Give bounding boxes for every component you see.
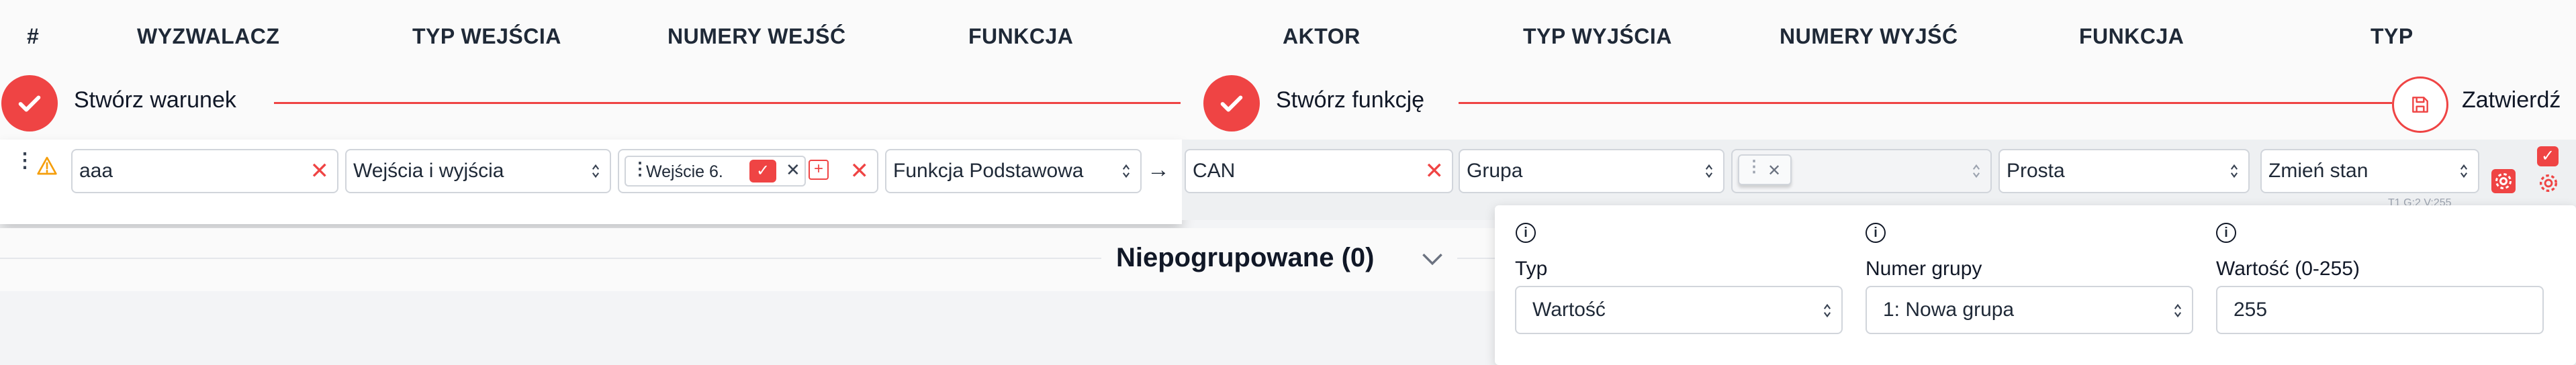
step-connector	[274, 102, 1181, 104]
output-function-value: Prosta	[2007, 160, 2065, 182]
select-caret-icon	[2174, 303, 2182, 318]
function-step-check-icon[interactable]	[1203, 75, 1260, 132]
chip-drag-icon[interactable]: ⋮	[1746, 157, 1762, 176]
step-connector	[1459, 102, 2392, 104]
value-label: Wartość (0-255)	[2216, 258, 2360, 280]
arrow-right-icon: →	[1147, 157, 1170, 182]
trigger-input[interactable]: aaa ✕	[71, 149, 338, 193]
input-type-select[interactable]: Wejścia i wyjścia	[345, 149, 611, 193]
chip-remove-icon[interactable]: ✕	[786, 160, 800, 180]
function-step-label[interactable]: Stwórz funkcję	[1276, 87, 1424, 113]
col-output-type: TYP WYJŚCIA	[1523, 24, 1672, 48]
table-header: # WYZWALACZ TYP WEJŚCIA NUMERY WEJŚĆ FUN…	[0, 0, 2576, 71]
chip-remove-icon[interactable]: ✕	[1767, 161, 1781, 180]
col-function: FUNKCJA	[968, 24, 1074, 48]
select-caret-icon	[2460, 164, 2468, 178]
group-divider	[1457, 258, 1498, 259]
col-actor: AKTOR	[1283, 24, 1361, 48]
col-type: TYP	[2371, 24, 2413, 48]
condition-step-label[interactable]: Stwórz warunek	[74, 87, 236, 113]
info-icon[interactable]: i	[2216, 223, 2236, 243]
col-input-type: TYP WEJŚCIA	[412, 24, 561, 48]
select-caret-icon	[1122, 164, 1130, 178]
col-output-function: FUNKCJA	[2079, 24, 2184, 48]
actor-value: CAN	[1193, 160, 1236, 182]
select-caret-icon	[1972, 164, 1980, 178]
actor-input[interactable]: CAN ✕	[1185, 149, 1453, 193]
drag-handle-icon[interactable]: ⋮	[15, 149, 35, 172]
select-caret-icon	[1823, 303, 1831, 318]
settings-button[interactable]	[2491, 169, 2516, 193]
col-trigger: WYZWALACZ	[137, 24, 280, 48]
add-input-icon[interactable]: +	[809, 160, 829, 180]
warning-icon	[37, 156, 57, 175]
function-value: Funkcja Podstawowa	[893, 160, 1084, 182]
select-caret-icon	[2230, 164, 2238, 178]
info-icon[interactable]: i	[1516, 223, 1536, 243]
output-type-value: Grupa	[1467, 160, 1523, 182]
input-numbers-select[interactable]: ⋮ Wejście 6. ✓ ✕ + ✕	[618, 149, 878, 193]
trigger-value: aaa	[79, 160, 113, 182]
input-chip-label: Wejście 6.	[646, 162, 723, 181]
output-chip[interactable]: ⋮ ✕	[1738, 154, 1792, 185]
value-type-select[interactable]: Wartość	[1515, 286, 1843, 334]
value-type-value: Wartość	[1532, 299, 1606, 321]
group-number-select[interactable]: 1: Nowa grupa	[1866, 286, 2193, 334]
output-type-select[interactable]: Grupa	[1459, 149, 1724, 193]
col-input-numbers: NUMERY WEJŚĆ	[668, 24, 846, 48]
output-function-select[interactable]: Prosta	[1998, 149, 2250, 193]
value-input-value: 255	[2234, 299, 2268, 321]
chevron-down-icon[interactable]	[1421, 251, 1444, 267]
group-number-label: Numer grupy	[1866, 258, 1982, 280]
input-type-value: Wejścia i wyjścia	[353, 160, 504, 182]
output-settings-panel	[1495, 205, 2576, 365]
select-caret-icon	[1705, 164, 1713, 178]
input-chip[interactable]: ⋮ Wejście 6. ✓ ✕	[625, 156, 806, 187]
chip-confirm-icon[interactable]: ✓	[749, 160, 776, 182]
value-input[interactable]: 255	[2216, 286, 2544, 334]
type-label: Typ	[1515, 258, 1548, 280]
output-numbers-select[interactable]: ⋮ ✕	[1731, 149, 1992, 193]
condition-step-check-icon[interactable]	[1, 75, 58, 132]
confirm-row-button[interactable]: ✓	[2537, 146, 2559, 166]
function-select[interactable]: Funkcja Podstawowa	[885, 149, 1142, 193]
gear-icon	[2495, 173, 2512, 189]
group-title[interactable]: Niepogrupowane (0)	[1116, 243, 1374, 273]
info-icon[interactable]: i	[1866, 223, 1886, 243]
clear-actor-icon[interactable]: ✕	[1425, 160, 1444, 182]
clear-inputs-icon[interactable]: ✕	[850, 160, 870, 182]
type-value: Zmień stan	[2268, 160, 2368, 182]
save-icon	[2412, 97, 2428, 113]
select-caret-icon	[592, 164, 600, 178]
type-select[interactable]: Zmień stan	[2260, 149, 2479, 193]
check-icon: ✓	[2540, 147, 2555, 165]
group-number-value: 1: Nowa grupa	[1883, 299, 2015, 321]
col-output-numbers: NUMERY WYJŚĆ	[1780, 24, 1958, 48]
gear-icon[interactable]	[2537, 172, 2560, 195]
save-step-button[interactable]	[2392, 76, 2448, 133]
clear-trigger-icon[interactable]: ✕	[310, 160, 330, 182]
col-number: #	[27, 24, 40, 48]
group-divider	[0, 258, 1101, 259]
confirm-step-label[interactable]: Zatwierdź	[2462, 87, 2561, 113]
